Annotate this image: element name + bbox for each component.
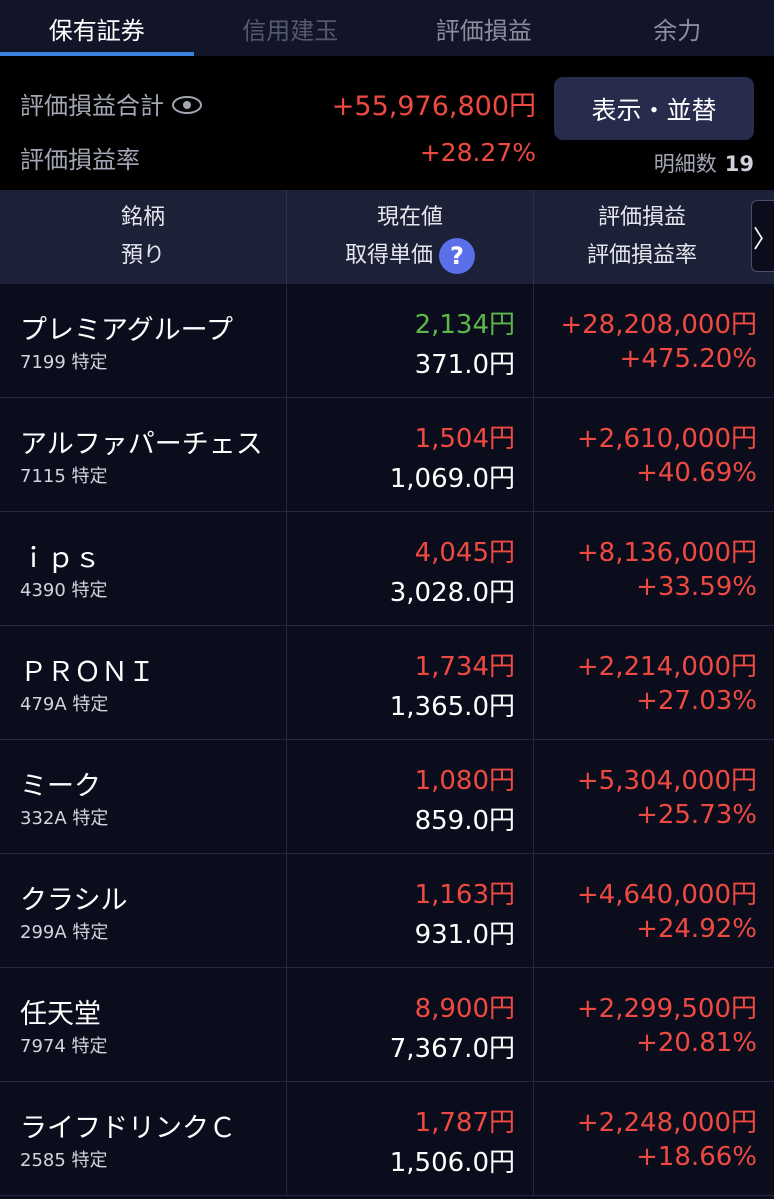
stock-name: 任天堂 [20, 999, 101, 1030]
table-header: 銘柄 預り 現在値 取得単価? 評価損益 評価損益率 [0, 190, 774, 284]
acquisition-price: 3,028.0円 [389, 578, 515, 608]
valuation-rate: +33.59% [636, 572, 757, 602]
current-price: 8,900円 [414, 994, 515, 1024]
stock-code: 4390 特定 [20, 580, 108, 601]
valuation-gain: +2,299,500円 [576, 994, 757, 1024]
summary-panel: 評価損益合計 評価損益率 +55,976,800円 +28.27% 表示・並替 … [0, 56, 774, 190]
current-price: 1,734円 [414, 652, 515, 682]
valuation-gain: +2,214,000円 [576, 652, 757, 682]
valuation-rate: +20.81% [636, 1028, 757, 1058]
total-gain-label: 評価損益合計 [20, 86, 202, 121]
valuation-rate: +475.20% [619, 344, 757, 374]
current-price: 1,504円 [414, 424, 515, 454]
total-gain-value: +55,976,800円 [331, 91, 536, 122]
table-row[interactable]: ＰＲＯＮＩ 479A 特定 1,734円 1,365.0円 +2,214,000… [0, 626, 774, 740]
current-price: 1,080円 [414, 766, 515, 796]
stock-code: 7115 特定 [20, 466, 108, 487]
valuation-gain: +5,304,000円 [576, 766, 757, 796]
table-row[interactable]: ライフドリンクＣ 2585 特定 1,787円 1,506.0円 +2,248,… [0, 1082, 774, 1196]
acquisition-price: 371.0円 [414, 350, 515, 380]
tab-margin-positions[interactable]: 信用建玉 [194, 0, 388, 56]
stock-code: 299A 特定 [20, 922, 109, 943]
table-row[interactable]: 任天堂 7974 特定 8,900円 7,367.0円 +2,299,500円 … [0, 968, 774, 1082]
table-row[interactable]: アルファパーチェス 7115 特定 1,504円 1,069.0円 +2,610… [0, 398, 774, 512]
table-row[interactable]: クラシル 299A 特定 1,163円 931.0円 +4,640,000円 +… [0, 854, 774, 968]
valuation-gain: +8,136,000円 [576, 538, 757, 568]
holdings-list: プレミアグループ 7199 特定 2,134円 371.0円 +28,208,0… [0, 284, 774, 1196]
stock-code: 332A 特定 [20, 808, 109, 829]
stock-name: アルファパーチェス [20, 429, 263, 460]
stock-code: 479A 特定 [20, 694, 109, 715]
stock-name: クラシル [20, 885, 128, 916]
current-price: 2,134円 [414, 310, 515, 340]
gain-rate-value: +28.27% [419, 138, 536, 167]
stock-name: ＰＲＯＮＩ [20, 657, 155, 688]
table-row[interactable]: ミーク 332A 特定 1,080円 859.0円 +5,304,000円 +2… [0, 740, 774, 854]
stock-name: プレミアグループ [20, 315, 234, 346]
header-price[interactable]: 現在値 取得単価? [287, 190, 534, 284]
header-issue[interactable]: 銘柄 預り [0, 190, 287, 284]
header-gain[interactable]: 評価損益 評価損益率 [534, 190, 750, 284]
acquisition-price: 931.0円 [414, 920, 515, 950]
current-price: 4,045円 [414, 538, 515, 568]
stock-code: 7199 特定 [20, 352, 108, 373]
tab-buying-power[interactable]: 余力 [581, 0, 774, 56]
valuation-gain: +4,640,000円 [576, 880, 757, 910]
stock-code: 7974 特定 [20, 1036, 108, 1057]
detail-count: 明細数 19 [653, 152, 754, 176]
table-row[interactable]: プレミアグループ 7199 特定 2,134円 371.0円 +28,208,0… [0, 284, 774, 398]
valuation-gain: +2,610,000円 [576, 424, 757, 454]
tab-bar: 保有証券 信用建玉 評価損益 余力 [0, 0, 774, 56]
acquisition-price: 1,069.0円 [389, 464, 515, 494]
stock-code: 2585 特定 [20, 1150, 108, 1171]
stock-name: ミーク [20, 771, 101, 802]
acquisition-price: 7,367.0円 [389, 1034, 515, 1064]
acquisition-price: 1,365.0円 [389, 692, 515, 722]
table-row[interactable]: ｉｐｓ 4390 特定 4,045円 3,028.0円 +8,136,000円 … [0, 512, 774, 626]
valuation-gain: +2,248,000円 [576, 1108, 757, 1138]
current-price: 1,787円 [414, 1108, 515, 1138]
valuation-gain: +28,208,000円 [560, 310, 757, 340]
acquisition-price: 859.0円 [414, 806, 515, 836]
scroll-right-icon[interactable]: 〉 [751, 200, 774, 272]
current-price: 1,163円 [414, 880, 515, 910]
display-sort-button[interactable]: 表示・並替 [554, 77, 754, 140]
stock-name: ライフドリンクＣ [20, 1113, 236, 1144]
help-icon[interactable]: ? [439, 238, 475, 274]
eye-icon[interactable] [172, 96, 202, 114]
valuation-rate: +24.92% [636, 914, 757, 944]
valuation-rate: +25.73% [636, 800, 757, 830]
valuation-rate: +27.03% [636, 686, 757, 716]
acquisition-price: 1,506.0円 [389, 1148, 515, 1178]
valuation-rate: +40.69% [636, 458, 757, 488]
tab-valuation[interactable]: 評価損益 [387, 0, 581, 56]
tab-holdings[interactable]: 保有証券 [0, 0, 194, 56]
stock-name: ｉｐｓ [20, 543, 101, 574]
valuation-rate: +18.66% [636, 1142, 757, 1172]
gain-rate-label: 評価損益率 [20, 146, 140, 174]
